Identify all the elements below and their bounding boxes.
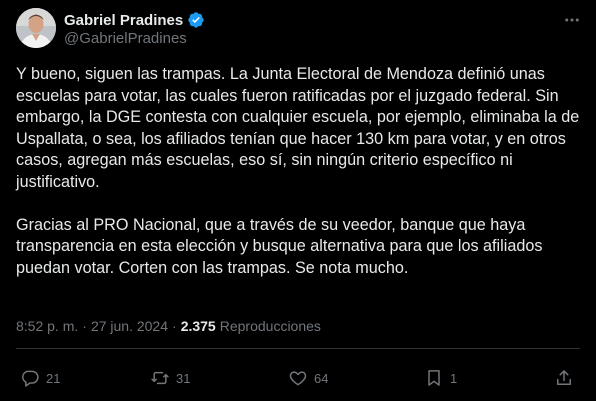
author-name-row: Gabriel Pradines (64, 10, 205, 30)
repost-count: 31 (176, 370, 191, 386)
avatar[interactable] (16, 8, 56, 48)
bookmark-count: 1 (450, 370, 458, 386)
bookmark-button[interactable]: 1 (424, 361, 457, 395)
like-count: 64 (314, 370, 329, 386)
views-count[interactable]: 2.375 (181, 318, 216, 334)
verified-badge-icon (187, 11, 205, 29)
meta-separator: · (172, 318, 177, 334)
divider (16, 348, 580, 349)
views-label: Reproducciones (219, 318, 321, 334)
tweet-paragraph: Y bueno, siguen las trampas. La Junta El… (16, 65, 580, 191)
action-bar: 21 31 64 1 (12, 361, 584, 395)
bookmark-icon (428, 370, 440, 386)
handle[interactable]: @GabrielPradines (64, 30, 187, 47)
tweet-paragraph: Gracias al PRO Nacional, que a través de… (16, 215, 543, 277)
more-dots-icon[interactable] (562, 10, 582, 30)
reply-count: 21 (46, 370, 61, 386)
tweet-text: Y bueno, siguen las trampas. La Junta El… (16, 64, 582, 279)
repost-button[interactable]: 31 (150, 361, 190, 395)
repost-icon (151, 371, 169, 385)
tweet-time[interactable]: 8:52 p. m. (16, 318, 78, 334)
share-icon (557, 370, 571, 385)
tweet-date[interactable]: 27 jun. 2024 (91, 318, 168, 334)
share-button[interactable] (554, 361, 574, 395)
display-name[interactable]: Gabriel Pradines (64, 12, 183, 29)
meta-separator: · (82, 318, 87, 334)
like-button[interactable]: 64 (288, 361, 328, 395)
tweet: Gabriel Pradines @GabrielPradines Y buen… (0, 0, 596, 401)
reply-icon (22, 370, 39, 387)
reply-button[interactable]: 21 (20, 361, 60, 395)
avatar-image (16, 8, 56, 48)
tweet-meta: 8:52 p. m. · 27 jun. 2024 · 2.375 Reprod… (16, 318, 321, 334)
heart-icon (289, 371, 307, 386)
